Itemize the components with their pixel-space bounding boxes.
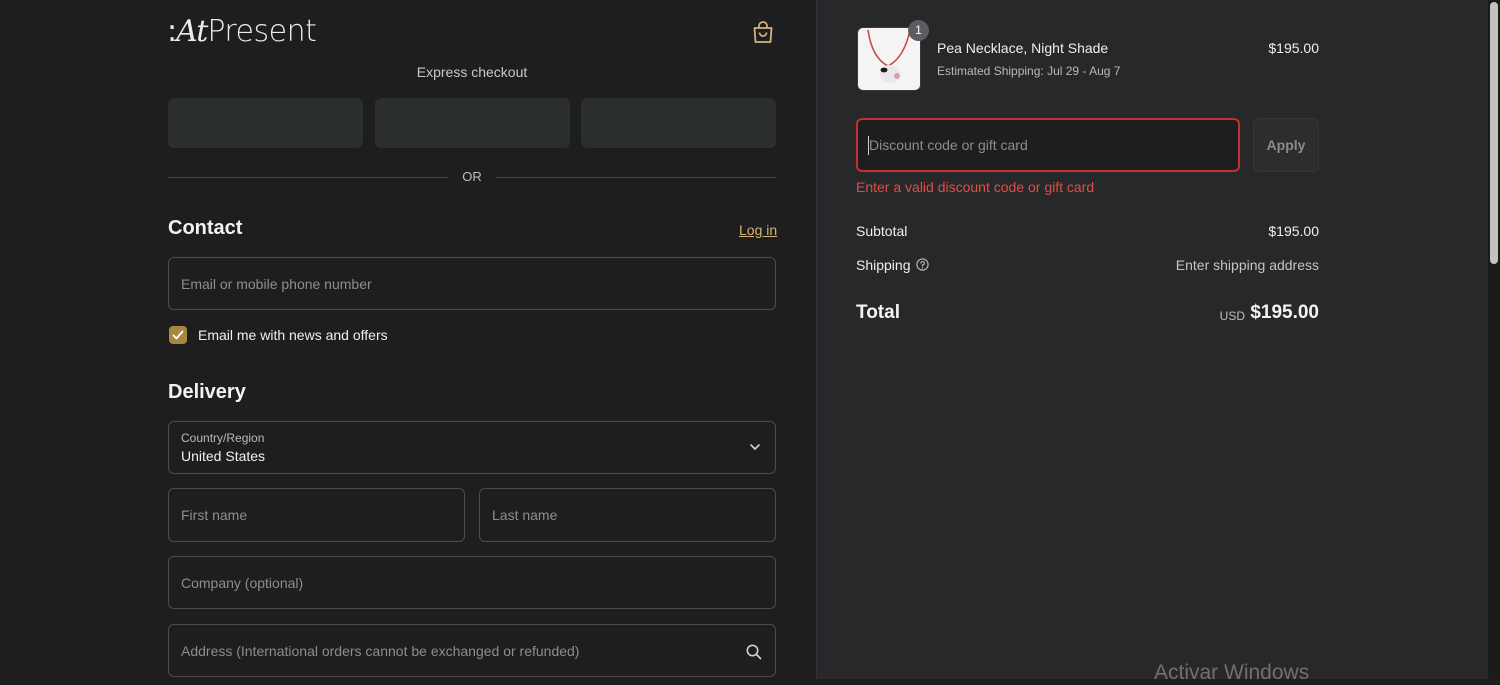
delivery-heading: Delivery [168,381,246,403]
country-select[interactable]: Country/Region United States [168,421,776,474]
checkout-main: :AtPresent Express checkout OR Contact L… [0,0,816,679]
search-icon[interactable] [745,643,763,661]
last-name-field[interactable]: Last name [479,488,776,542]
estimated-shipping: Estimated Shipping: Jul 29 - Aug 7 [937,64,1121,78]
express-pay-button-1[interactable] [168,98,363,148]
quantity-badge: 1 [908,20,929,41]
or-divider: OR [168,168,776,186]
product-price: $195.00 [1268,40,1319,56]
order-summary-panel [816,0,1488,679]
address-field[interactable]: Address (International orders cannot be … [168,624,776,677]
total-label: Total [856,302,900,323]
currency-code: USD [1219,309,1245,323]
company-placeholder: Company (optional) [181,574,304,591]
scrollbar-thumb[interactable] [1490,2,1498,264]
country-label: Country/Region [181,431,265,445]
discount-error-message: Enter a valid discount code or gift card [856,179,1095,195]
chevron-down-icon [750,444,760,450]
discount-code-input[interactable]: Discount code or gift card [856,118,1240,172]
email-placeholder: Email or mobile phone number [181,275,372,292]
product-name: Pea Necklace, Night Shade [937,40,1109,56]
last-name-placeholder: Last name [492,507,558,523]
company-field[interactable]: Company (optional) [168,556,776,609]
or-text: OR [462,169,482,184]
logo-prefix: : [167,14,177,49]
logo-at: At [176,14,208,49]
email-field[interactable]: Email or mobile phone number [168,257,776,310]
express-pay-button-2[interactable] [375,98,570,148]
total-value: $195.00 [1250,302,1319,323]
subtotal-label: Subtotal [856,223,908,239]
country-value: United States [181,448,266,464]
shipping-label: Shipping [856,257,911,273]
help-circle-icon[interactable] [916,258,929,271]
login-link[interactable]: Log in [739,222,777,238]
checkmark-icon [172,330,184,340]
logo-text: Present [207,14,317,49]
address-placeholder: Address (International orders cannot be … [181,642,580,659]
os-activation-watermark: Activar Windows [1154,661,1310,684]
shipping-value: Enter shipping address [1175,257,1319,273]
express-pay-button-3[interactable] [581,98,776,148]
text-cursor [868,136,869,155]
contact-heading: Contact [168,217,243,239]
discount-placeholder: Discount code or gift card [869,137,1028,153]
first-name-field[interactable]: First name [168,488,465,542]
newsletter-checkbox[interactable] [169,326,187,344]
store-logo[interactable]: :AtPresent [167,14,317,49]
express-checkout-title: Express checkout [416,64,528,80]
newsletter-label: Email me with news and offers [198,327,388,343]
shopping-bag-icon[interactable] [752,20,774,44]
subtotal-value: $195.00 [1268,223,1319,239]
apply-discount-button[interactable]: Apply [1253,118,1319,172]
first-name-placeholder: First name [181,507,248,523]
